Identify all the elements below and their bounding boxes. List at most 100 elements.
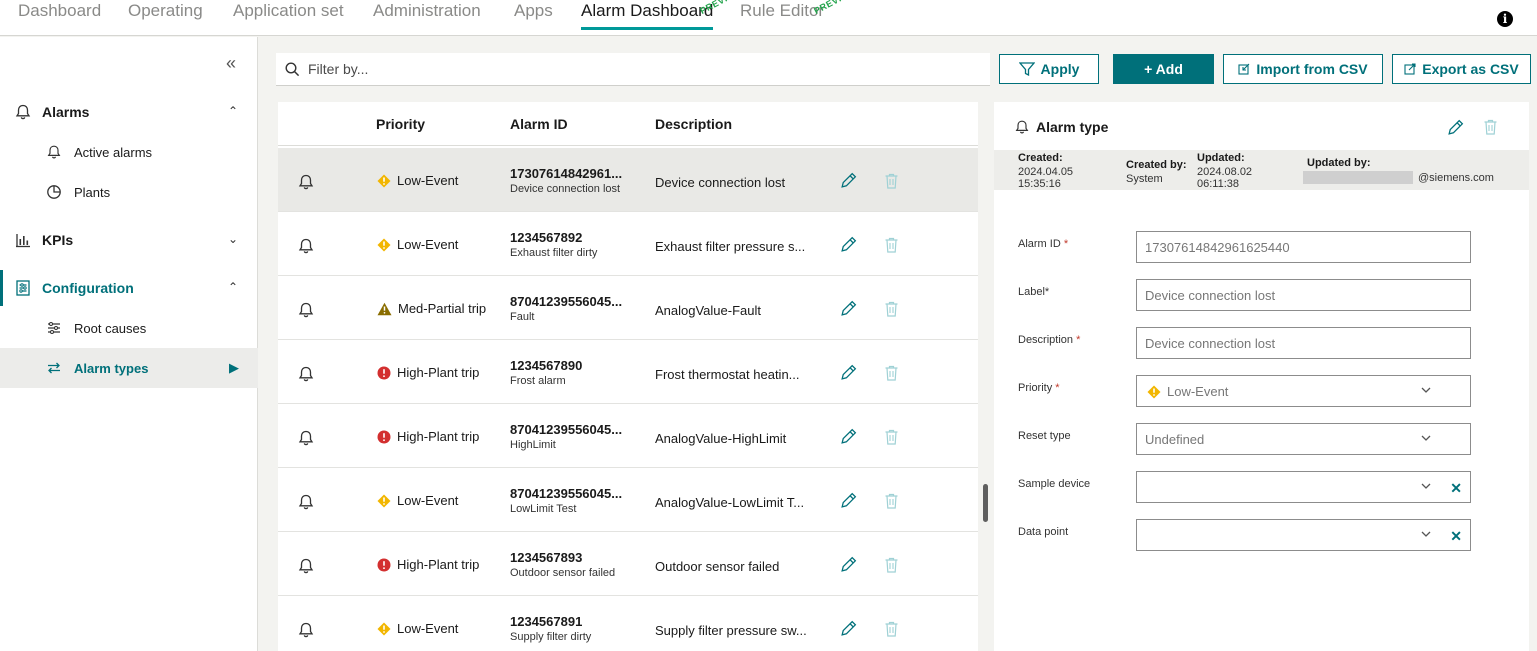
created-label: Created: — [1018, 152, 1063, 164]
description-cell: Device connection lost — [655, 175, 786, 190]
collapse-sidebar-icon[interactable]: « — [226, 53, 236, 74]
sidebar-item-active-alarms[interactable]: Active alarms — [0, 132, 258, 172]
redacted-email — [1303, 171, 1413, 184]
table-row[interactable]: High-Plant trip 1234567893 Outdoor sensor … — [278, 532, 978, 596]
sidebar-item-label: Plants — [74, 185, 111, 200]
alarm-id-cell: 1234567890 — [510, 358, 583, 373]
trash-icon[interactable] — [883, 364, 900, 387]
trash-icon[interactable] — [883, 428, 900, 451]
alarm-label-cell: Exhaust filter dirty — [510, 247, 598, 259]
sidebar-group-kpis[interactable]: KPIs ⌄ — [0, 222, 258, 258]
alarm-id-field[interactable]: 17307614842961625440 — [1136, 231, 1471, 263]
tab-administration[interactable]: Administration — [373, 0, 481, 36]
sidebar-group-label: Configuration — [42, 280, 134, 296]
tab-application-set[interactable]: Application set — [233, 0, 344, 36]
column-alarm-id[interactable]: Alarm ID — [510, 116, 568, 132]
description-cell: Frost thermostat heatin... — [655, 367, 800, 382]
priority-text: High-Plant trip — [397, 557, 480, 572]
priority-select[interactable]: Low-Event — [1136, 375, 1471, 407]
tab-alarm-dashboard[interactable]: Alarm Dashboard — [581, 0, 714, 36]
updated-label: Updated: — [1197, 152, 1245, 164]
filter-input[interactable]: Filter by... — [308, 61, 368, 77]
edit-icon[interactable] — [839, 171, 858, 195]
edit-icon[interactable] — [1446, 118, 1465, 137]
data-point-label: Data point — [1018, 526, 1069, 538]
description-cell: AnalogValue-HighLimit — [655, 431, 787, 446]
table-row[interactable]: Low-Event 1234567891 Supply filter dirty Su… — [278, 596, 978, 651]
description-field[interactable]: Device connection lost — [1136, 327, 1471, 359]
bell-icon — [297, 365, 315, 388]
alarm-label-cell: Device connection lost — [510, 183, 621, 195]
trash-icon[interactable] — [883, 556, 900, 579]
description-value: Device connection lost — [1145, 336, 1276, 351]
data-point-select[interactable]: ✕ — [1136, 519, 1471, 551]
bell-icon — [15, 104, 31, 120]
table-scrollbar[interactable] — [983, 484, 988, 522]
clear-icon[interactable]: ✕ — [1450, 528, 1462, 545]
alarm-id-cell: 17307614842961... — [510, 166, 623, 181]
table-row[interactable]: High-Plant trip 87041239556045... HighLimi… — [278, 404, 978, 468]
column-priority[interactable]: Priority — [376, 116, 425, 132]
detail-title: Alarm type — [1036, 119, 1109, 135]
table-row[interactable]: Low-Event 87041239556045... LowLimit Test A… — [278, 468, 978, 532]
filter-bar[interactable]: Filter by... — [276, 53, 990, 86]
reset-type-value: Undefined — [1145, 432, 1205, 447]
tab-dashboard[interactable]: Dashboard — [18, 0, 101, 36]
alarm-id-cell: 1234567893 — [510, 550, 583, 565]
sliders-icon — [48, 322, 60, 334]
edit-icon[interactable] — [839, 619, 858, 643]
info-icon[interactable]: i — [1497, 11, 1513, 27]
trash-icon[interactable] — [883, 172, 900, 195]
filter-icon — [1018, 62, 1035, 76]
sidebar-item-alarm-types[interactable]: Alarm types ▶ — [0, 348, 258, 388]
edit-icon[interactable] — [839, 235, 858, 259]
updated-by-label: Updated by: — [1307, 157, 1371, 169]
sidebar-group-configuration[interactable]: Configuration ⌃ — [0, 270, 258, 306]
warning-diamond-icon — [377, 494, 391, 508]
pie-chart-icon — [47, 185, 61, 199]
tab-rule-editor[interactable]: Rule Editor — [740, 0, 824, 36]
priority-text: High-Plant trip — [397, 429, 480, 444]
apply-button[interactable]: Apply — [999, 54, 1099, 84]
export-csv-button[interactable]: Export as CSV — [1392, 54, 1531, 84]
reset-type-select[interactable]: Undefined — [1136, 423, 1471, 455]
table-row[interactable]: Med-Partial trip 87041239556045... Fault An… — [278, 276, 978, 340]
warning-triangle-icon — [377, 302, 392, 316]
chevron-down-icon — [1421, 435, 1431, 441]
trash-icon[interactable] — [1482, 118, 1499, 136]
sample-device-label: Sample device — [1018, 478, 1091, 490]
warning-diamond-icon — [1147, 385, 1161, 398]
priority-text: Med-Partial trip — [398, 301, 487, 316]
trash-icon[interactable] — [883, 300, 900, 323]
tab-apps[interactable]: Apps — [514, 0, 553, 36]
table-header: Priority Alarm ID Description — [278, 102, 978, 146]
trash-icon[interactable] — [883, 492, 900, 515]
chevron-down-icon — [1421, 531, 1431, 537]
edit-icon[interactable] — [839, 555, 858, 579]
label-field[interactable]: Device connection lost — [1136, 279, 1471, 311]
edit-icon[interactable] — [839, 363, 858, 387]
add-button[interactable]: + Add — [1113, 54, 1214, 84]
tab-operating[interactable]: Operating — [128, 0, 203, 36]
trash-icon[interactable] — [883, 236, 900, 259]
sidebar-item-plants[interactable]: Plants — [0, 172, 258, 212]
sidebar-group-alarms[interactable]: Alarms ⌃ — [0, 94, 258, 130]
trash-icon[interactable] — [883, 620, 900, 643]
column-description[interactable]: Description — [655, 116, 732, 132]
table-row[interactable]: High-Plant trip 1234567890 Frost alarm Fros… — [278, 340, 978, 404]
created-time: 15:35:16 — [1018, 178, 1061, 190]
description-cell: Exhaust filter pressure s... — [655, 239, 806, 254]
sidebar-item-label: Root causes — [74, 321, 147, 336]
priority-label: Priority * — [1018, 382, 1060, 394]
clear-icon[interactable]: ✕ — [1450, 480, 1462, 497]
priority-cell: Low-Event — [377, 237, 458, 252]
edit-icon[interactable] — [839, 299, 858, 323]
sample-device-select[interactable]: ✕ — [1136, 471, 1471, 503]
description-cell: Outdoor sensor failed — [655, 559, 780, 574]
table-row[interactable]: Low-Event 17307614842961... Device connect… — [278, 148, 978, 212]
table-row[interactable]: Low-Event 1234567892 Exhaust filter dirty E… — [278, 212, 978, 276]
edit-icon[interactable] — [839, 491, 858, 515]
edit-icon[interactable] — [839, 427, 858, 451]
import-csv-button[interactable]: Import from CSV — [1223, 54, 1383, 84]
sidebar-item-root-causes[interactable]: Root causes — [0, 308, 258, 348]
